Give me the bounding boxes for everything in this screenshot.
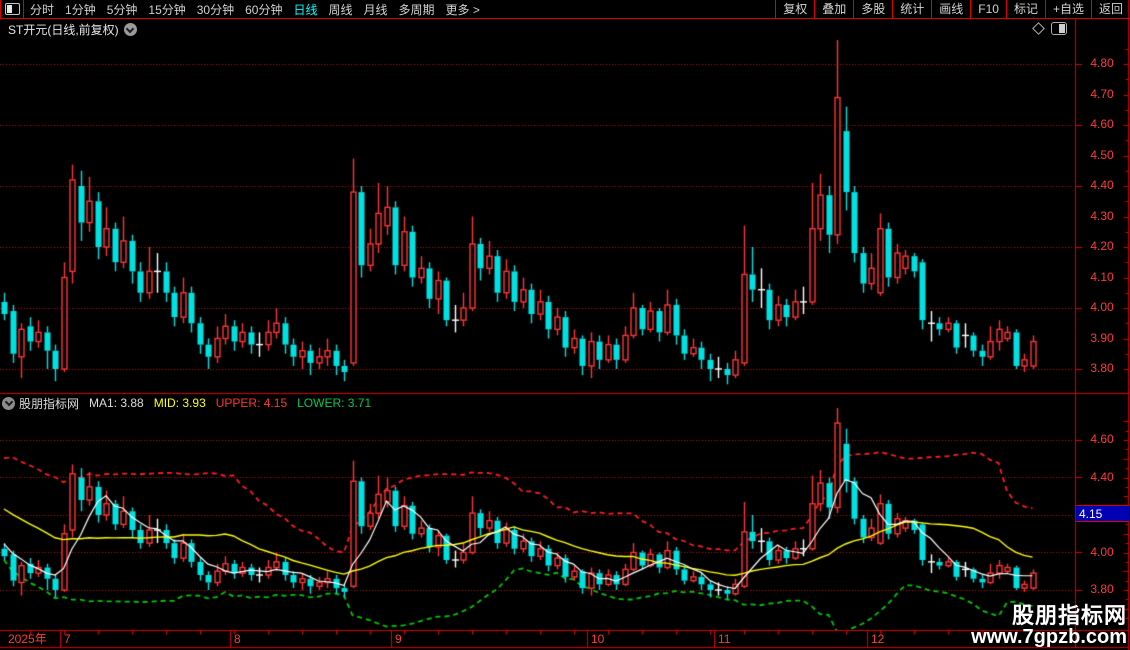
menu-add-watchlist[interactable]: +自选 — [1044, 0, 1091, 19]
title-row-icons — [1032, 22, 1067, 35]
month-label: 8 — [234, 632, 241, 646]
menu-60min[interactable]: 60分钟 — [245, 1, 282, 18]
watermark-name: 股朋指标网 — [1011, 602, 1127, 628]
tools-menu: 复权 叠加 多股 统计 画线 F10 标记 +自选 返回 — [775, 0, 1130, 19]
price-label: 3.90 — [1090, 330, 1114, 345]
price-label: 4.70 — [1090, 86, 1114, 101]
axis-highlight-badge: 4.15 — [1076, 505, 1129, 523]
indicator-ma1-value: MA1: 3.88 — [89, 396, 144, 410]
price-label: 3.80 — [1090, 361, 1114, 375]
indicator-lower-value: LOWER: 3.71 — [297, 396, 372, 410]
indicator-name[interactable]: 股朋指标网 — [19, 395, 79, 412]
price-label: 4.80 — [1090, 56, 1114, 70]
menu-weekly[interactable]: 周线 — [328, 1, 352, 18]
chart-title[interactable]: ST开元(日线,前复权) — [8, 21, 119, 38]
indicator-panel-header: 股朋指标网 MA1: 3.88 MID: 3.93 UPPER: 4.15 LO… — [0, 395, 381, 411]
indicator-upper-value: UPPER: 4.15 — [215, 396, 288, 410]
menu-f10[interactable]: F10 — [970, 0, 1006, 19]
price-label: 3.80 — [1090, 582, 1114, 596]
month-label: 10 — [591, 632, 605, 646]
price-label: 4.10 — [1090, 269, 1114, 284]
menu-overlay[interactable]: 叠加 — [814, 0, 853, 19]
panel-collapse-icon[interactable] — [2, 396, 15, 410]
title-chevron-down-icon[interactable] — [123, 23, 137, 36]
month-label: 11 — [718, 632, 731, 646]
menu-monthly[interactable]: 月线 — [364, 1, 388, 18]
title-row: ST开元(日线,前复权) — [0, 19, 1075, 40]
diamond-icon[interactable] — [1032, 22, 1045, 35]
menu-mark[interactable]: 标记 — [1005, 0, 1045, 19]
menu-back[interactable]: 返回 — [1090, 0, 1130, 19]
menu-intraday[interactable]: 分时 — [30, 1, 54, 18]
menu-more[interactable]: 更多 > — [446, 1, 480, 18]
month-label: 9 — [395, 632, 402, 646]
price-label: 4.00 — [1090, 300, 1114, 314]
panel-toggle-icon[interactable] — [1051, 22, 1067, 35]
price-label: 4.00 — [1090, 544, 1114, 559]
indicator-mid-value: MID: 3.93 — [153, 396, 206, 410]
price-label: 4.40 — [1090, 178, 1114, 192]
menu-15min[interactable]: 15分钟 — [148, 1, 185, 18]
menu-1min[interactable]: 1分钟 — [65, 1, 96, 18]
watermark-url: www.7gpzb.com — [971, 626, 1127, 648]
price-label: 4.30 — [1090, 208, 1114, 223]
top-menubar: 分时 1分钟 5分钟 15分钟 30分钟 60分钟 日线 周线 月线 多周期 更… — [0, 0, 1130, 19]
menu-stats[interactable]: 统计 — [892, 0, 931, 19]
layout-toggle-icon — [4, 3, 20, 15]
menu-5min[interactable]: 5分钟 — [107, 1, 138, 18]
price-label: 4.20 — [1090, 239, 1114, 253]
price-label: 4.60 — [1090, 432, 1114, 446]
menu-30min[interactable]: 30分钟 — [197, 1, 234, 18]
price-label: 4.60 — [1090, 117, 1114, 131]
menu-multi-period[interactable]: 多周期 — [399, 1, 435, 18]
menu-draw-line[interactable]: 画线 — [931, 0, 970, 19]
price-label: 4.40 — [1090, 469, 1114, 484]
month-label: 7 — [64, 632, 71, 646]
app-window: 分时 1分钟 5分钟 15分钟 30分钟 60分钟 日线 周线 月线 多周期 更… — [0, 0, 1130, 650]
layout-toggle-button[interactable] — [1, 0, 24, 19]
year-label: 2025年 — [8, 632, 47, 646]
month-label: 12 — [871, 632, 885, 646]
menu-daily[interactable]: 日线 — [293, 1, 317, 18]
menu-adjust[interactable]: 复权 — [775, 0, 814, 19]
price-label: 4.50 — [1090, 147, 1114, 162]
site-watermark: 股朋指标网 www.7gpzb.com — [971, 604, 1127, 648]
timeframe-menu: 分时 1分钟 5分钟 15分钟 30分钟 60分钟 日线 周线 月线 多周期 更… — [30, 1, 491, 18]
chart-canvas[interactable] — [0, 0, 1130, 650]
menu-multi-stock[interactable]: 多股 — [853, 0, 892, 19]
